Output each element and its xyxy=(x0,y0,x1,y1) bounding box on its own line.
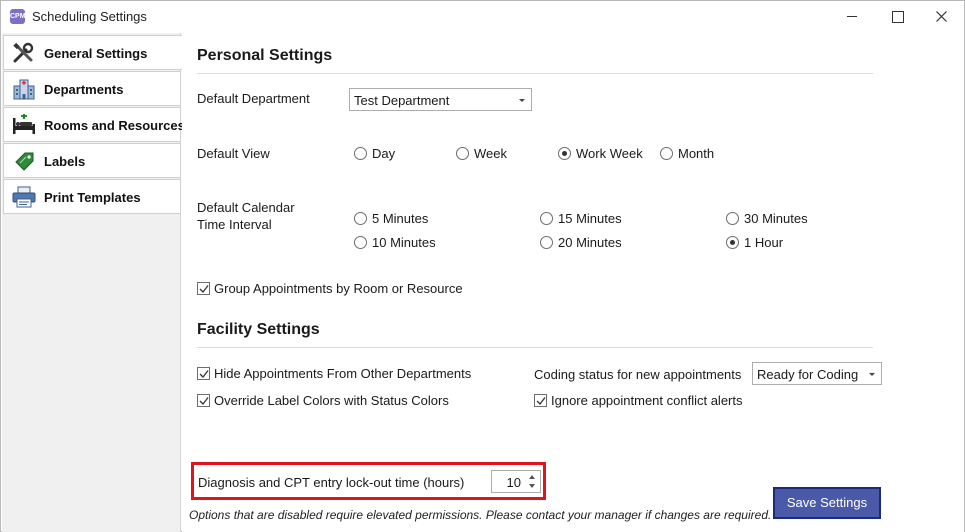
radio-label: 15 Minutes xyxy=(558,211,622,226)
default-view-label: Default View xyxy=(197,146,270,161)
close-icon xyxy=(936,11,947,22)
checkbox-box xyxy=(197,394,210,407)
maximize-button[interactable] xyxy=(874,1,920,32)
settings-window: CPM Scheduling Settings General Settings xyxy=(0,0,965,532)
radio-label: 5 Minutes xyxy=(372,211,429,226)
facility-settings-heading: Facility Settings xyxy=(197,321,320,338)
tools-icon xyxy=(13,42,34,63)
stepper-up-icon[interactable] xyxy=(529,475,535,479)
radio-label: Work Week xyxy=(576,146,643,161)
view-month-radio[interactable]: Month xyxy=(660,145,730,163)
interval-5-minutes-radio[interactable]: 5 Minutes xyxy=(354,210,444,228)
sidebar-item-label: General Settings xyxy=(44,46,148,61)
coding-status-label: Coding status for new appointments xyxy=(534,367,742,382)
radio-circle xyxy=(540,212,553,225)
radio-circle xyxy=(354,236,367,249)
lockout-time-stepper[interactable]: 10 xyxy=(491,470,541,493)
view-work-week-radio[interactable]: Work Week xyxy=(558,145,653,163)
group-by-room-checkbox[interactable]: Group Appointments by Room or Resource xyxy=(197,280,477,298)
radio-label: 20 Minutes xyxy=(558,235,622,250)
radio-circle xyxy=(456,147,469,160)
window-title: Scheduling Settings xyxy=(32,9,147,24)
checkbox-label: Group Appointments by Room or Resource xyxy=(214,281,463,296)
sidebar-item-labels[interactable]: Labels xyxy=(3,143,181,178)
checkbox-label: Override Label Colors with Status Colors xyxy=(214,393,449,408)
radio-label: 30 Minutes xyxy=(744,211,808,226)
radio-circle xyxy=(354,147,367,160)
checkmark-icon xyxy=(199,370,209,378)
interval-10-minutes-radio[interactable]: 10 Minutes xyxy=(354,234,449,252)
close-button[interactable] xyxy=(919,1,965,32)
permissions-note: Options that are disabled require elevat… xyxy=(189,508,772,522)
sidebar-item-label: Rooms and Resources xyxy=(44,118,185,133)
sidebar-item-label: Labels xyxy=(44,154,86,169)
interval-label-line2: Time Interval xyxy=(197,217,272,232)
stepper-down-icon[interactable] xyxy=(529,484,535,488)
checkbox-box xyxy=(197,282,210,295)
tag-icon xyxy=(15,152,34,171)
ignore-conflict-alerts-checkbox[interactable]: Ignore appointment conflict alerts xyxy=(534,392,764,410)
checkmark-icon xyxy=(199,285,209,293)
interval-15-minutes-radio[interactable]: 15 Minutes xyxy=(540,210,635,228)
default-department-dropdown[interactable]: Test Department xyxy=(349,88,532,111)
checkbox-box xyxy=(534,394,547,407)
radio-label: Month xyxy=(678,146,715,161)
divider xyxy=(197,347,873,348)
printer-icon xyxy=(12,186,36,208)
checkmark-icon xyxy=(199,397,209,405)
sidebar-item-rooms-and-resources[interactable]: Rooms and Resources xyxy=(3,107,185,142)
view-week-radio[interactable]: Week xyxy=(456,145,526,163)
sidebar: General Settings Departments Rooms and R… xyxy=(2,33,185,532)
radio-circle xyxy=(540,236,553,249)
app-logo-icon: CPM xyxy=(10,9,26,24)
radio-label: 10 Minutes xyxy=(372,235,436,250)
lockout-time-value: 10 xyxy=(506,475,521,490)
radio-circle xyxy=(660,147,673,160)
chevron-down-icon xyxy=(869,373,875,376)
sidebar-item-general-settings[interactable]: General Settings xyxy=(3,35,182,70)
interval-label-line1: Default Calendar xyxy=(197,200,295,215)
divider xyxy=(197,73,873,74)
interval-30-minutes-radio[interactable]: 30 Minutes xyxy=(726,210,821,228)
view-day-radio[interactable]: Day xyxy=(354,145,414,163)
radio-circle xyxy=(354,212,367,225)
default-department-value: Test Department xyxy=(354,93,450,108)
building-icon xyxy=(13,79,35,100)
checkbox-label: Hide Appointments From Other Departments xyxy=(214,366,472,381)
lockout-time-group: Diagnosis and CPT entry lock-out time (h… xyxy=(191,462,546,500)
coding-status-dropdown[interactable]: Ready for Coding xyxy=(752,362,882,385)
checkbox-box xyxy=(197,367,210,380)
radio-circle xyxy=(558,147,571,160)
title-bar[interactable]: CPM Scheduling Settings xyxy=(1,1,964,32)
save-settings-button[interactable]: Save Settings xyxy=(773,487,881,519)
hide-other-departments-checkbox[interactable]: Hide Appointments From Other Departments xyxy=(197,365,487,383)
checkmark-icon xyxy=(536,397,546,405)
lockout-time-label: Diagnosis and CPT entry lock-out time (h… xyxy=(198,475,465,490)
override-label-colors-checkbox[interactable]: Override Label Colors with Status Colors xyxy=(197,392,467,410)
sidebar-item-label: Print Templates xyxy=(44,190,141,205)
radio-circle xyxy=(726,212,739,225)
radio-label: Day xyxy=(372,146,396,161)
bed-icon xyxy=(13,114,35,134)
minimize-button[interactable] xyxy=(829,1,875,32)
sidebar-item-departments[interactable]: Departments xyxy=(3,71,181,106)
sidebar-item-print-templates[interactable]: Print Templates xyxy=(3,179,181,214)
default-department-label: Default Department xyxy=(197,91,310,106)
coding-status-value: Ready for Coding xyxy=(757,367,859,382)
sidebar-item-label: Departments xyxy=(44,82,124,97)
radio-circle xyxy=(726,236,739,249)
interval-20-minutes-radio[interactable]: 20 Minutes xyxy=(540,234,635,252)
radio-label: Week xyxy=(474,146,507,161)
interval-1-hour-radio[interactable]: 1 Hour xyxy=(726,234,796,252)
checkbox-label: Ignore appointment conflict alerts xyxy=(551,393,743,408)
personal-settings-heading: Personal Settings xyxy=(197,47,333,64)
chevron-down-icon xyxy=(519,99,525,102)
radio-label: 1 Hour xyxy=(744,235,784,250)
